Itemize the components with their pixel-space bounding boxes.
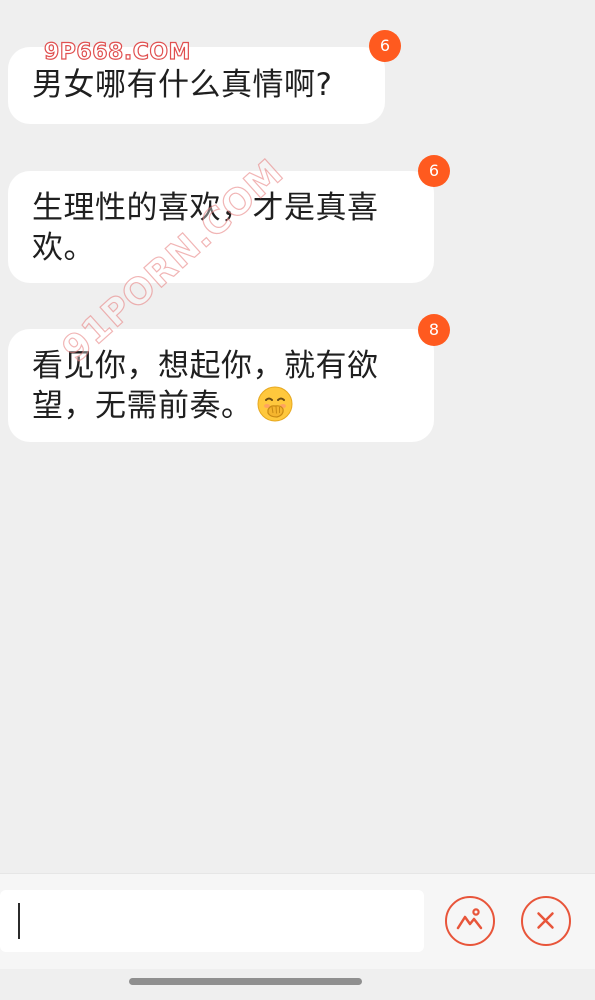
message-text-3-line-2: 望，无需前奏。 (32, 388, 253, 424)
image-button[interactable] (445, 896, 495, 946)
watermark-top: 9P668.COM (43, 39, 191, 65)
count-badge-2: 6 (418, 155, 450, 187)
text-caret (18, 903, 20, 939)
input-bar (0, 873, 595, 970)
count-badge-1: 6 (369, 30, 401, 62)
face-with-hand-over-mouth-icon (257, 386, 293, 432)
close-x-icon (537, 912, 554, 929)
count-badge-3: 8 (418, 314, 450, 346)
close-button[interactable] (521, 896, 571, 946)
mountain-image-icon (456, 908, 483, 930)
message-text-3-line-2-row: 望，无需前奏。 (32, 386, 410, 432)
home-indicator[interactable] (129, 978, 362, 985)
message-input[interactable] (0, 890, 424, 952)
message-text-1-line-1: 男女哪有什么真情啊? (32, 67, 333, 103)
chat-screen: 男女哪有什么真情啊? 6 生理性的喜欢，才是真喜 欢。 6 看见你，想起你，就有… (0, 0, 595, 1000)
